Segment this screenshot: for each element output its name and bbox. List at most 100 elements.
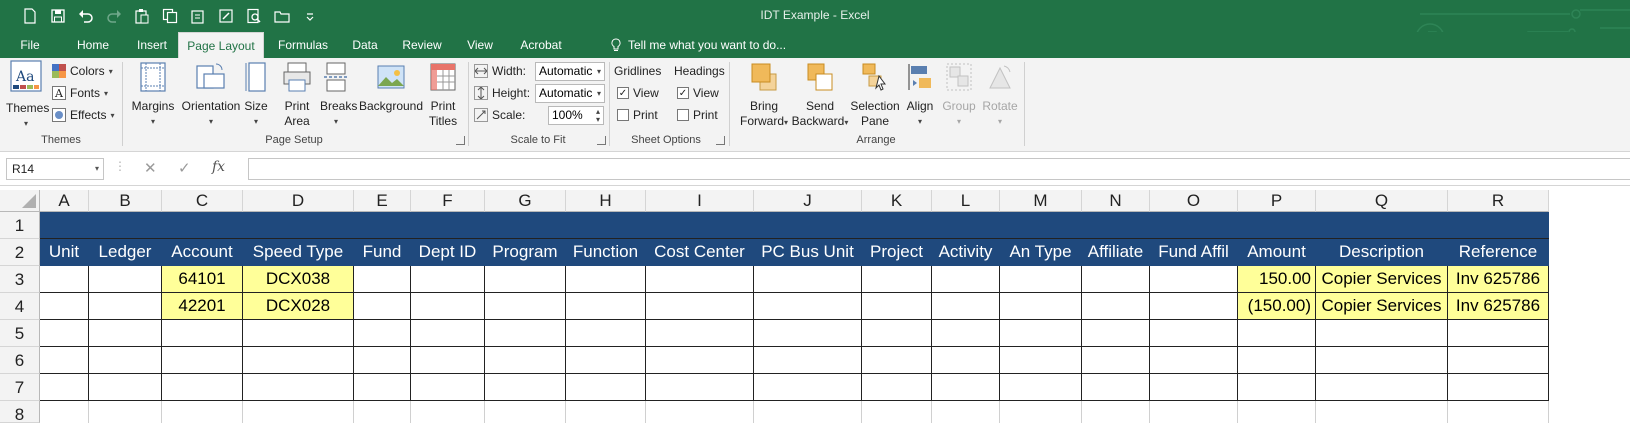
table-cell[interactable]: [411, 293, 485, 320]
cell-account[interactable]: 64101: [162, 266, 243, 293]
table-cell[interactable]: [1000, 266, 1082, 293]
table-cell[interactable]: [646, 266, 754, 293]
table-cell[interactable]: [354, 293, 411, 320]
column-header-a[interactable]: A: [40, 190, 89, 212]
table-cell[interactable]: [354, 266, 411, 293]
table-cell[interactable]: [89, 401, 162, 423]
table-cell[interactable]: [162, 401, 243, 423]
tab-file[interactable]: File: [10, 32, 50, 58]
table-cell[interactable]: [754, 374, 862, 401]
title-banner-row[interactable]: [40, 212, 1549, 239]
column-header-i[interactable]: I: [646, 190, 754, 212]
table-cell[interactable]: [1000, 374, 1082, 401]
cell-amount[interactable]: (150.00): [1238, 293, 1316, 320]
table-cell[interactable]: [646, 347, 754, 374]
table-cell[interactable]: [354, 320, 411, 347]
table-cell[interactable]: [862, 293, 932, 320]
group-button[interactable]: Group ▾: [942, 62, 976, 129]
column-header-p[interactable]: P: [1238, 190, 1316, 212]
table-cell[interactable]: [89, 374, 162, 401]
background-button[interactable]: Background: [356, 62, 426, 114]
header-cell[interactable]: Reference: [1448, 239, 1549, 266]
table-cell[interactable]: [89, 320, 162, 347]
table-cell[interactable]: [646, 374, 754, 401]
header-cell[interactable]: Cost Center: [646, 239, 754, 266]
header-cell[interactable]: An Type: [1000, 239, 1082, 266]
table-cell[interactable]: [646, 293, 754, 320]
send-backward-button[interactable]: Send Backward▾: [790, 62, 850, 130]
row-header-1[interactable]: 1: [0, 212, 40, 239]
table-cell[interactable]: [411, 266, 485, 293]
table-cell[interactable]: [932, 293, 1000, 320]
enter-icon[interactable]: ✓: [178, 159, 191, 177]
table-cell[interactable]: [1448, 320, 1549, 347]
column-header-o[interactable]: O: [1150, 190, 1238, 212]
formula-input[interactable]: [248, 158, 1630, 180]
row-header-2[interactable]: 2: [0, 239, 40, 266]
table-cell[interactable]: [162, 374, 243, 401]
cell-description[interactable]: Copier Services: [1316, 266, 1448, 293]
table-cell[interactable]: [485, 374, 566, 401]
orientation-button[interactable]: Orientation ▾: [178, 62, 244, 129]
table-cell[interactable]: [354, 347, 411, 374]
header-cell[interactable]: Fund: [354, 239, 411, 266]
cell-amount[interactable]: 150.00: [1238, 266, 1316, 293]
scale-spinner[interactable]: 100% ▴ ▾: [548, 106, 604, 125]
align-button[interactable]: Align ▾: [904, 62, 936, 129]
tab-data[interactable]: Data: [344, 32, 386, 58]
selection-pane-button[interactable]: Selection Pane: [850, 62, 900, 129]
table-cell[interactable]: [932, 320, 1000, 347]
tab-insert[interactable]: Insert: [126, 32, 178, 58]
sheet-options-launcher-icon[interactable]: [716, 136, 725, 145]
table-cell[interactable]: [566, 320, 646, 347]
column-header-b[interactable]: B: [89, 190, 162, 212]
table-cell[interactable]: [1238, 401, 1316, 423]
tab-page-layout[interactable]: Page Layout: [178, 32, 264, 58]
size-button[interactable]: Size ▾: [244, 62, 268, 129]
cell-account[interactable]: 42201: [162, 293, 243, 320]
print-titles-button[interactable]: Print Titles: [426, 62, 460, 129]
height-select[interactable]: Automatic ▾: [535, 84, 605, 103]
table-cell[interactable]: [243, 401, 354, 423]
print-area-button[interactable]: Print Area: [282, 62, 312, 129]
table-cell[interactable]: [1448, 401, 1549, 423]
row-header-3[interactable]: 3: [0, 266, 40, 293]
header-cell[interactable]: Fund Affil: [1150, 239, 1238, 266]
headings-print-checkbox[interactable]: Print: [677, 106, 718, 124]
cell-speed-type[interactable]: DCX038: [243, 266, 354, 293]
table-cell[interactable]: [1000, 320, 1082, 347]
gridlines-print-checkbox[interactable]: Print: [617, 106, 658, 124]
column-header-l[interactable]: L: [932, 190, 1000, 212]
column-header-m[interactable]: M: [1000, 190, 1082, 212]
table-cell[interactable]: [862, 401, 932, 423]
row-header-8[interactable]: 8: [0, 401, 40, 424]
table-cell[interactable]: [1448, 347, 1549, 374]
column-header-n[interactable]: N: [1082, 190, 1150, 212]
header-cell[interactable]: Affiliate: [1082, 239, 1150, 266]
table-cell[interactable]: [1082, 293, 1150, 320]
tab-review[interactable]: Review: [396, 32, 448, 58]
table-cell[interactable]: [754, 266, 862, 293]
cancel-icon[interactable]: ✕: [144, 159, 157, 177]
tab-acrobat[interactable]: Acrobat: [512, 32, 570, 58]
table-cell[interactable]: [932, 401, 1000, 423]
table-cell[interactable]: [40, 320, 89, 347]
table-cell[interactable]: [1238, 374, 1316, 401]
table-cell[interactable]: [485, 320, 566, 347]
width-select[interactable]: Automatic ▾: [535, 62, 605, 81]
table-cell[interactable]: [411, 374, 485, 401]
header-cell[interactable]: PC Bus Unit: [754, 239, 862, 266]
themes-button[interactable]: Aa Themes ▾: [6, 60, 49, 131]
name-box[interactable]: R14 ▾: [6, 158, 104, 180]
table-cell[interactable]: [162, 320, 243, 347]
table-cell[interactable]: [1082, 374, 1150, 401]
cell-speed-type[interactable]: DCX028: [243, 293, 354, 320]
table-cell[interactable]: [354, 401, 411, 423]
table-cell[interactable]: [862, 320, 932, 347]
row-header-6[interactable]: 6: [0, 347, 40, 374]
table-cell[interactable]: [754, 293, 862, 320]
select-all-corner[interactable]: [0, 190, 40, 212]
tell-me-box[interactable]: Tell me what you want to do...: [610, 32, 786, 58]
column-header-j[interactable]: J: [754, 190, 862, 212]
column-header-h[interactable]: H: [566, 190, 646, 212]
